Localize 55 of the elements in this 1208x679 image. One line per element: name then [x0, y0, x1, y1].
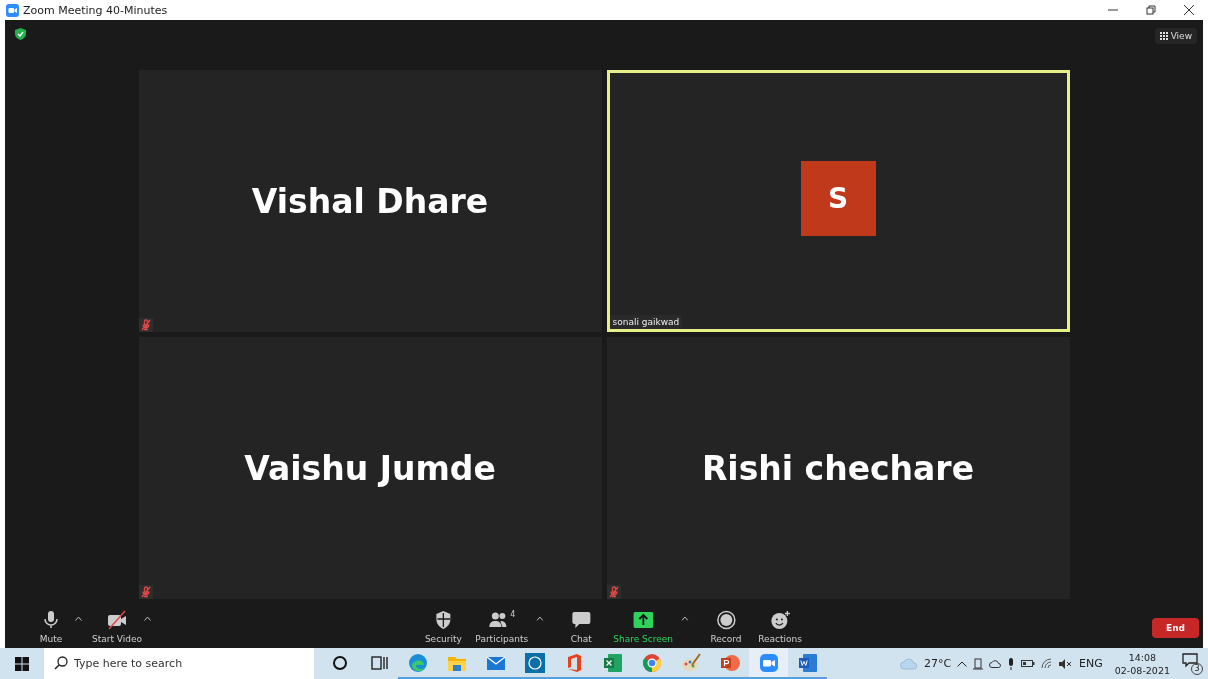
view-button[interactable]: View — [1154, 28, 1197, 44]
camera-icon[interactable] — [973, 657, 984, 670]
caret-icon[interactable] — [75, 616, 82, 621]
close-icon[interactable] — [1184, 5, 1194, 15]
wifi-icon[interactable] — [1041, 658, 1054, 669]
window-title: Zoom Meeting 40-Minutes — [23, 3, 168, 17]
search-field[interactable]: Type here to search — [44, 648, 314, 679]
chat-bubble-icon — [571, 610, 592, 630]
caret-icon[interactable] — [536, 616, 544, 621]
participant-name: Vishal Dhare — [251, 181, 489, 221]
windows-logo-icon — [15, 656, 29, 671]
end-button[interactable]: End — [1152, 618, 1199, 638]
chrome-icon — [641, 652, 662, 673]
edge-icon — [407, 652, 428, 673]
video-off-icon — [107, 610, 128, 630]
grid-icon — [1159, 32, 1168, 40]
caret-icon[interactable] — [681, 616, 688, 621]
temperature[interactable]: 27°C — [923, 657, 952, 670]
caret-icon[interactable] — [144, 616, 152, 621]
microphone-icon — [41, 610, 61, 630]
chat-button[interactable]: Chat — [557, 610, 606, 644]
chevron-up-icon[interactable] — [957, 660, 968, 667]
clock-date[interactable]: 02-08-2021 — [1114, 663, 1170, 677]
participant-name: sonali gaikwad — [609, 315, 683, 329]
cloud-icon[interactable] — [989, 659, 1002, 668]
participant-name: Vaishu Jumde — [244, 448, 496, 488]
document-icon — [797, 652, 818, 673]
zoom-logo-icon — [6, 3, 19, 17]
clock-time[interactable]: 14:08 — [1128, 650, 1157, 664]
smiley-icon — [770, 610, 790, 630]
palette-icon — [680, 652, 701, 673]
mic-button[interactable]: Mute — [27, 610, 75, 644]
share-screen-button[interactable]: Share Screen — [611, 610, 675, 644]
participants-button[interactable]: 4 Participants — [473, 610, 531, 644]
share-screen-icon — [633, 610, 654, 630]
restore-icon[interactable] — [1146, 5, 1156, 15]
cloud-icon — [899, 657, 918, 670]
reactions-button[interactable]: Reactions — [756, 610, 804, 644]
participant-count: 4 — [510, 610, 516, 619]
avatar: S — [800, 161, 876, 236]
speaker-muted-icon[interactable] — [1059, 658, 1074, 669]
language-indicator[interactable]: ENG — [1079, 657, 1103, 670]
record-icon — [716, 610, 736, 630]
presentation-icon — [719, 652, 740, 673]
battery-icon[interactable] — [1021, 659, 1036, 668]
people-icon — [488, 610, 509, 630]
participant-name: Rishi chechare — [701, 448, 975, 488]
spreadsheet-icon — [602, 652, 623, 673]
video-off-button[interactable]: Start Video — [90, 610, 145, 644]
search-icon — [54, 656, 68, 670]
microphone-icon[interactable] — [1007, 657, 1016, 670]
dell-icon — [524, 652, 545, 673]
security-button[interactable]: Security — [419, 610, 468, 644]
video-camera-icon — [758, 652, 779, 673]
record-button[interactable]: Record — [702, 610, 750, 644]
